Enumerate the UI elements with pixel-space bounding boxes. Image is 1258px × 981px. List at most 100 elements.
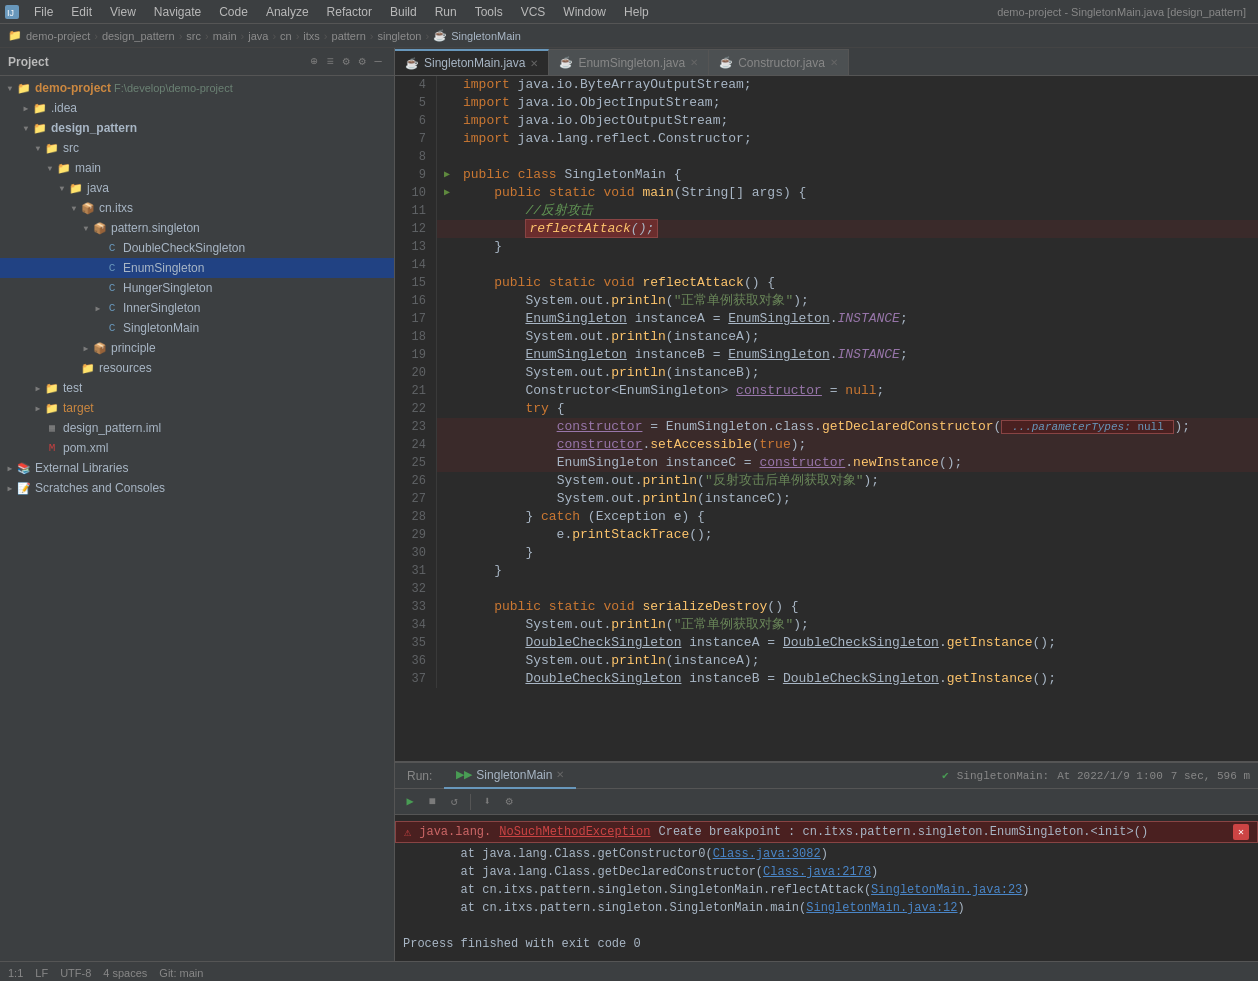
menu-window[interactable]: Window [555,3,614,21]
tree-item-java[interactable]: ▼ 📁 java [0,178,394,198]
tab-close-es[interactable]: ✕ [690,57,698,68]
tree-item-scratches[interactable]: ▶ 📝 Scratches and Consoles [0,478,394,498]
run-arrow-9: ▶ [444,166,450,184]
tree-item-target[interactable]: ▶ 📁 target [0,398,394,418]
menu-help[interactable]: Help [616,3,657,21]
tree-label-main: main [75,161,101,175]
tab-icon-con: ☕ [719,56,733,69]
app-logo: IJ [4,4,20,20]
tab-close-sm[interactable]: ✕ [530,58,538,69]
code-line-34: 34 System.out.println("正常单例获取对象"); [395,616,1258,634]
menu-view[interactable]: View [102,3,144,21]
tree-item-cn-itxs[interactable]: ▼ 📦 cn.itxs [0,198,394,218]
tree-item-pattern-singleton[interactable]: ▼ 📦 pattern.singleton [0,218,394,238]
error-link[interactable]: NoSuchMethodException [499,825,650,839]
tree-label-test: test [63,381,82,395]
code-content-20: System.out.println(instanceB); [457,364,759,382]
tree-item-principle[interactable]: ▶ 📦 principle [0,338,394,358]
menu-edit[interactable]: Edit [63,3,100,21]
run-text-5 [403,919,410,933]
scratches-icon: 📝 [16,480,32,496]
menu-vcs[interactable]: VCS [513,3,554,21]
breadcrumb-cn[interactable]: cn [280,30,292,42]
run-play-button[interactable]: ▶ [401,793,419,811]
line-num-36: 36 [395,652,437,670]
line-num-30: 30 [395,544,437,562]
line-num-18: 18 [395,328,437,346]
scroll-end-button[interactable]: ⬇ [478,793,496,811]
menu-analyze[interactable]: Analyze [258,3,317,21]
code-line-33: 33 public static void serializeDestroy()… [395,598,1258,616]
settings-button[interactable]: ⚙ [500,793,518,811]
line-num-23: 23 [395,418,437,436]
run-stop-button[interactable]: ■ [423,793,441,811]
tree-item-doublechecksingleton[interactable]: ▶ C DoubleCheckSingleton [0,238,394,258]
status-position: 1:1 [8,967,23,979]
collapse-all-icon[interactable]: ≡ [322,54,338,70]
run-link-3[interactable]: SingletonMain.java:23 [871,883,1022,897]
menu-run[interactable]: Run [427,3,465,21]
minimize-icon[interactable]: — [370,54,386,70]
options-icon[interactable]: ⚙ [338,54,354,70]
breadcrumb-main[interactable]: main [213,30,237,42]
tree-item-innersingleton[interactable]: ▶ C InnerSingleton [0,298,394,318]
tree-label-sm: SingletonMain [123,321,199,335]
run-restart-button[interactable]: ↺ [445,793,463,811]
line-num-6: 6 [395,112,437,130]
breadcrumb-project[interactable]: demo-project [26,30,90,42]
java-class-icon-hs: C [104,280,120,296]
menu-file[interactable]: File [26,3,61,21]
tree-item-src[interactable]: ▼ 📁 src [0,138,394,158]
code-line-9: 9 ▶ public class SingletonMain { [395,166,1258,184]
code-line-31: 31 } [395,562,1258,580]
run-link-2[interactable]: Class.java:2178 [763,865,871,879]
tab-run[interactable]: Run: [395,763,444,789]
line-num-15: 15 [395,274,437,292]
line-num-28: 28 [395,508,437,526]
tab-icon-sm: ☕ [405,57,419,70]
code-editor[interactable]: 4 import java.io.ByteArrayOutputStream; … [395,76,1258,761]
menu-refactor[interactable]: Refactor [319,3,380,21]
breadcrumb-class[interactable]: SingletonMain [451,30,521,42]
code-line-15: 15 public static void reflectAttack() { [395,274,1258,292]
breadcrumb-java[interactable]: java [248,30,268,42]
menu-code[interactable]: Code [211,3,256,21]
menu-navigate[interactable]: Navigate [146,3,209,21]
tab-singletonmain[interactable]: ☕ SingletonMain.java ✕ [395,49,549,75]
run-tab-close[interactable]: ✕ [556,769,564,780]
breadcrumb-itxs[interactable]: itxs [303,30,320,42]
tree-item-hungersingleton[interactable]: ▶ C HungerSingleton [0,278,394,298]
tree-item-external-libs[interactable]: ▶ 📚 External Libraries [0,458,394,478]
run-link-4[interactable]: SingletonMain.java:12 [806,901,957,915]
tree-item-resources[interactable]: ▶ 📁 resources [0,358,394,378]
breadcrumb-pattern[interactable]: pattern [332,30,366,42]
project-icon: 📁 [8,29,22,42]
tree-item-enumsingleton[interactable]: ▶ C EnumSingleton [0,258,394,278]
project-tree: ▼ 📁 demo-project F:\develop\demo-project… [0,76,394,961]
menu-tools[interactable]: Tools [467,3,511,21]
tree-item-demo-project[interactable]: ▼ 📁 demo-project F:\develop\demo-project [0,78,394,98]
tree-item-design-pattern[interactable]: ▼ 📁 design_pattern [0,118,394,138]
tree-item-singletonmain[interactable]: ▶ C SingletonMain [0,318,394,338]
tree-item-pom[interactable]: ▶ M pom.xml [0,438,394,458]
tree-item-idea[interactable]: ▶ 📁 .idea [0,98,394,118]
status-indent: 4 spaces [103,967,147,979]
tree-item-main[interactable]: ▼ 📁 main [0,158,394,178]
tab-close-con[interactable]: ✕ [830,57,838,68]
tree-item-test[interactable]: ▶ 📁 test [0,378,394,398]
breadcrumb-singleton[interactable]: singleton [377,30,421,42]
tree-item-iml[interactable]: ▶ ▦ design_pattern.iml [0,418,394,438]
run-link-1[interactable]: Class.java:3082 [713,847,821,861]
breadcrumb-module[interactable]: design_pattern [102,30,175,42]
new-file-icon[interactable]: ⊕ [306,54,322,70]
tab-enumsingleton[interactable]: ☕ EnumSingleton.java ✕ [549,49,709,75]
tab-singletonmain-run[interactable]: ▶▶ SingletonMain ✕ [444,763,576,789]
line-num-26: 26 [395,472,437,490]
breadcrumb-src[interactable]: src [186,30,201,42]
tab-constructor[interactable]: ☕ Constructor.java ✕ [709,49,849,75]
line-num-13: 13 [395,238,437,256]
editor-area: ☕ SingletonMain.java ✕ ☕ EnumSingleton.j… [395,48,1258,961]
gear-icon[interactable]: ⚙ [354,54,370,70]
menu-build[interactable]: Build [382,3,425,21]
error-close-button[interactable]: ✕ [1233,824,1249,840]
